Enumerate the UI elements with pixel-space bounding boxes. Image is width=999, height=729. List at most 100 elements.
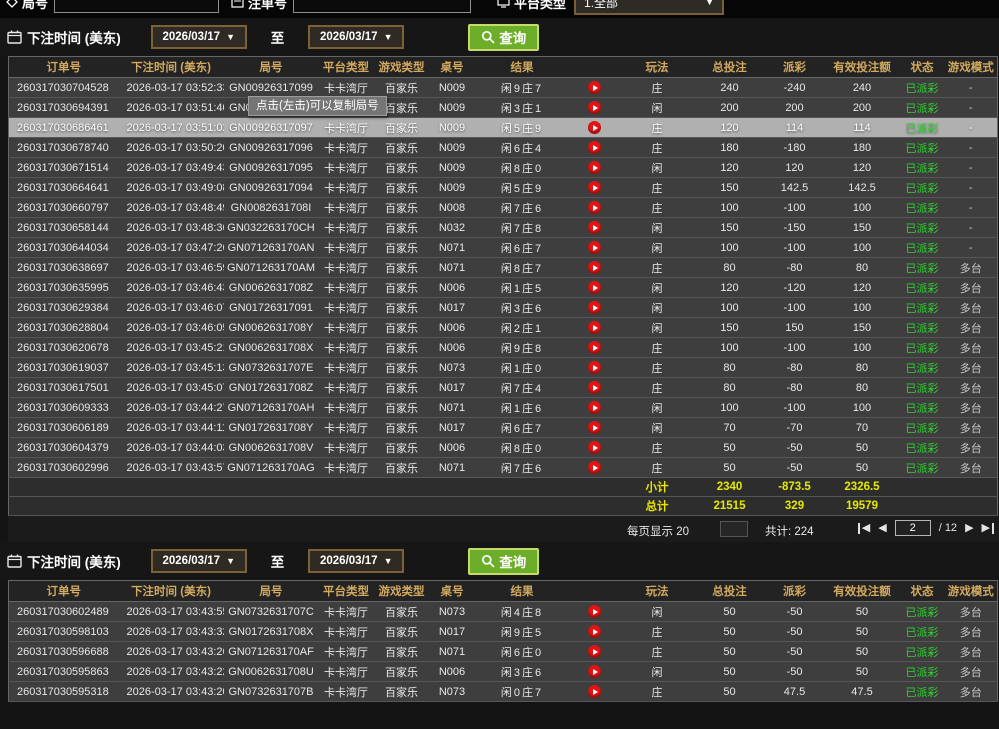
cell-round-id[interactable]: GN00926317097 [224,118,319,138]
replay-icon[interactable] [588,461,601,474]
cell-round-id[interactable]: GN0062631708Y [224,318,319,338]
table-row[interactable]: 2603170306093332026-03-17 03:44:27GN0712… [9,398,998,418]
date-to-select[interactable]: 2026/03/17▼ [308,549,404,573]
table-row[interactable]: 2603170306715142026-03-17 03:49:43GN0092… [9,158,998,178]
page-number-input[interactable] [895,520,931,536]
table-row[interactable]: 2603170306288042026-03-17 03:46:05GN0062… [9,318,998,338]
date-to-select[interactable]: 2026/03/17▼ [308,25,404,49]
replay-icon[interactable] [588,321,601,334]
table-row[interactable]: 2603170306440342026-03-17 03:47:26GN0712… [9,238,998,258]
cell-status: 已派彩 [900,178,945,198]
cell-round-id[interactable]: GN0082631708I [224,198,319,218]
replay-icon[interactable] [588,685,601,698]
cell-round-id[interactable]: GN032263170CH [224,218,319,238]
replay-icon[interactable] [588,421,601,434]
order-filter-input[interactable] [293,0,471,13]
replay-icon[interactable] [588,221,601,234]
cell-platform: 卡卡湾厅 [319,78,374,98]
cell-round-id[interactable]: GN00926317094 [224,178,319,198]
cell-round-id[interactable]: GN0732631707C [224,602,319,622]
cell-bet-time: 2026-03-17 03:49:43 [119,158,224,178]
cell-round-id[interactable]: GN071263170AH [224,398,319,418]
replay-icon[interactable] [588,665,601,678]
table-row[interactable]: 2603170306864612026-03-17 03:51:02GN0092… [9,118,998,138]
table-row[interactable]: 2603170306607972026-03-17 03:48:49GN0082… [9,198,998,218]
cell-round-id[interactable]: GN0062631708Z [224,278,319,298]
cell-round-id[interactable]: GN0172631708X [224,622,319,642]
table-row[interactable]: 2603170305966882026-03-17 03:43:26GN0712… [9,642,998,662]
table-row[interactable]: 2603170306943912026-03-17 03:51:40GN0092… [9,98,998,118]
table-row[interactable]: 2603170306581442026-03-17 03:48:36GN0322… [9,218,998,238]
replay-icon[interactable] [588,361,601,374]
replay-icon[interactable] [588,121,601,134]
table-row[interactable]: 2603170306175012026-03-17 03:45:07GN0172… [9,378,998,398]
cell-round-id[interactable]: GN0172631708Y [224,418,319,438]
table-row[interactable]: 2603170306190372026-03-17 03:45:13GN0732… [9,358,998,378]
cell-valid-bet: 114 [825,118,900,138]
prev-page-button[interactable]: ◀ [878,523,886,534]
replay-icon[interactable] [588,401,601,414]
replay-icon[interactable] [588,645,601,658]
replay-icon[interactable] [588,381,601,394]
replay-icon[interactable] [588,301,601,314]
replay-icon[interactable] [588,101,601,114]
cell-round-id[interactable]: GN071263170AN [224,238,319,258]
search-button[interactable]: 查询 [468,24,539,51]
date-from-select[interactable]: 2026/03/17▼ [151,25,247,49]
table-row[interactable]: 2603170305958632026-03-17 03:43:22GN0062… [9,662,998,682]
cell-round-id[interactable]: GN01726317091 [224,298,319,318]
next-page-button[interactable]: ▶ [965,523,973,534]
cell-bet-time: 2026-03-17 03:48:36 [119,218,224,238]
cell-round-id[interactable]: GN071263170AF [224,642,319,662]
table-row[interactable]: 2603170306646412026-03-17 03:49:08GN0092… [9,178,998,198]
replay-icon[interactable] [588,605,601,618]
cell-round-id[interactable]: GN00926317096 [224,138,319,158]
cell-result: 闲7庄6 [475,458,570,478]
replay-cell [570,662,620,682]
table-row[interactable]: 2603170307045282026-03-17 03:52:33GN0092… [9,78,998,98]
last-page-button[interactable]: ▶ [982,523,994,534]
round-filter-input[interactable] [54,0,219,13]
replay-icon[interactable] [588,141,601,154]
cell-round-id[interactable]: GN0062631708X [224,338,319,358]
replay-icon[interactable] [588,625,601,638]
platform-select[interactable]: 1.全部▼ [574,0,724,15]
cell-round-id[interactable]: GN0732631707B [224,682,319,702]
replay-icon[interactable] [588,261,601,274]
table-row[interactable]: 2603170306386972026-03-17 03:46:59GN0712… [9,258,998,278]
replay-icon[interactable] [588,441,601,454]
table-row[interactable]: 2603170305953182026-03-17 03:43:20GN0732… [9,682,998,702]
cell-round-id[interactable]: GN0062631708U [224,662,319,682]
cell-play: 庄 [620,682,695,702]
table-row[interactable]: 2603170306029962026-03-17 03:43:57GN0712… [9,458,998,478]
replay-icon[interactable] [588,341,601,354]
table-row[interactable]: 2603170306043792026-03-17 03:44:03GN0062… [9,438,998,458]
cell-round-id[interactable]: GN071263170AM [224,258,319,278]
column-header-7 [570,57,620,78]
table-row[interactable]: 2603170306787402026-03-17 03:50:20GN0092… [9,138,998,158]
first-page-button[interactable]: ◀ [858,523,870,534]
cell-round-id[interactable]: GN0732631707E [224,358,319,378]
replay-icon[interactable] [588,241,601,254]
cell-mode: 多台 [945,458,998,478]
replay-icon[interactable] [588,181,601,194]
cell-round-id[interactable]: GN00926317095 [224,158,319,178]
table-row[interactable]: 2603170306061892026-03-17 03:44:11GN0172… [9,418,998,438]
cell-round-id[interactable]: GN0062631708V [224,438,319,458]
cell-round-id[interactable]: GN071263170AG [224,458,319,478]
cell-round-id[interactable]: GN00926317099 [224,78,319,98]
cell-total-bet: 50 [695,438,765,458]
replay-icon[interactable] [588,281,601,294]
cell-round-id[interactable]: GN0172631708Z [224,378,319,398]
table-row[interactable]: 2603170306293842026-03-17 03:46:07GN0172… [9,298,998,318]
table-row[interactable]: 2603170306206782026-03-17 03:45:21GN0062… [9,338,998,358]
page-size-button[interactable] [720,521,748,537]
date-from-select[interactable]: 2026/03/17▼ [151,549,247,573]
replay-icon[interactable] [588,81,601,94]
replay-icon[interactable] [588,201,601,214]
search-button[interactable]: 查询 [468,548,539,575]
table-row[interactable]: 2603170305981032026-03-17 03:43:32GN0172… [9,622,998,642]
table-row[interactable]: 2603170306024892026-03-17 03:43:55GN0732… [9,602,998,622]
replay-icon[interactable] [588,161,601,174]
table-row[interactable]: 2603170306359952026-03-17 03:46:43GN0062… [9,278,998,298]
